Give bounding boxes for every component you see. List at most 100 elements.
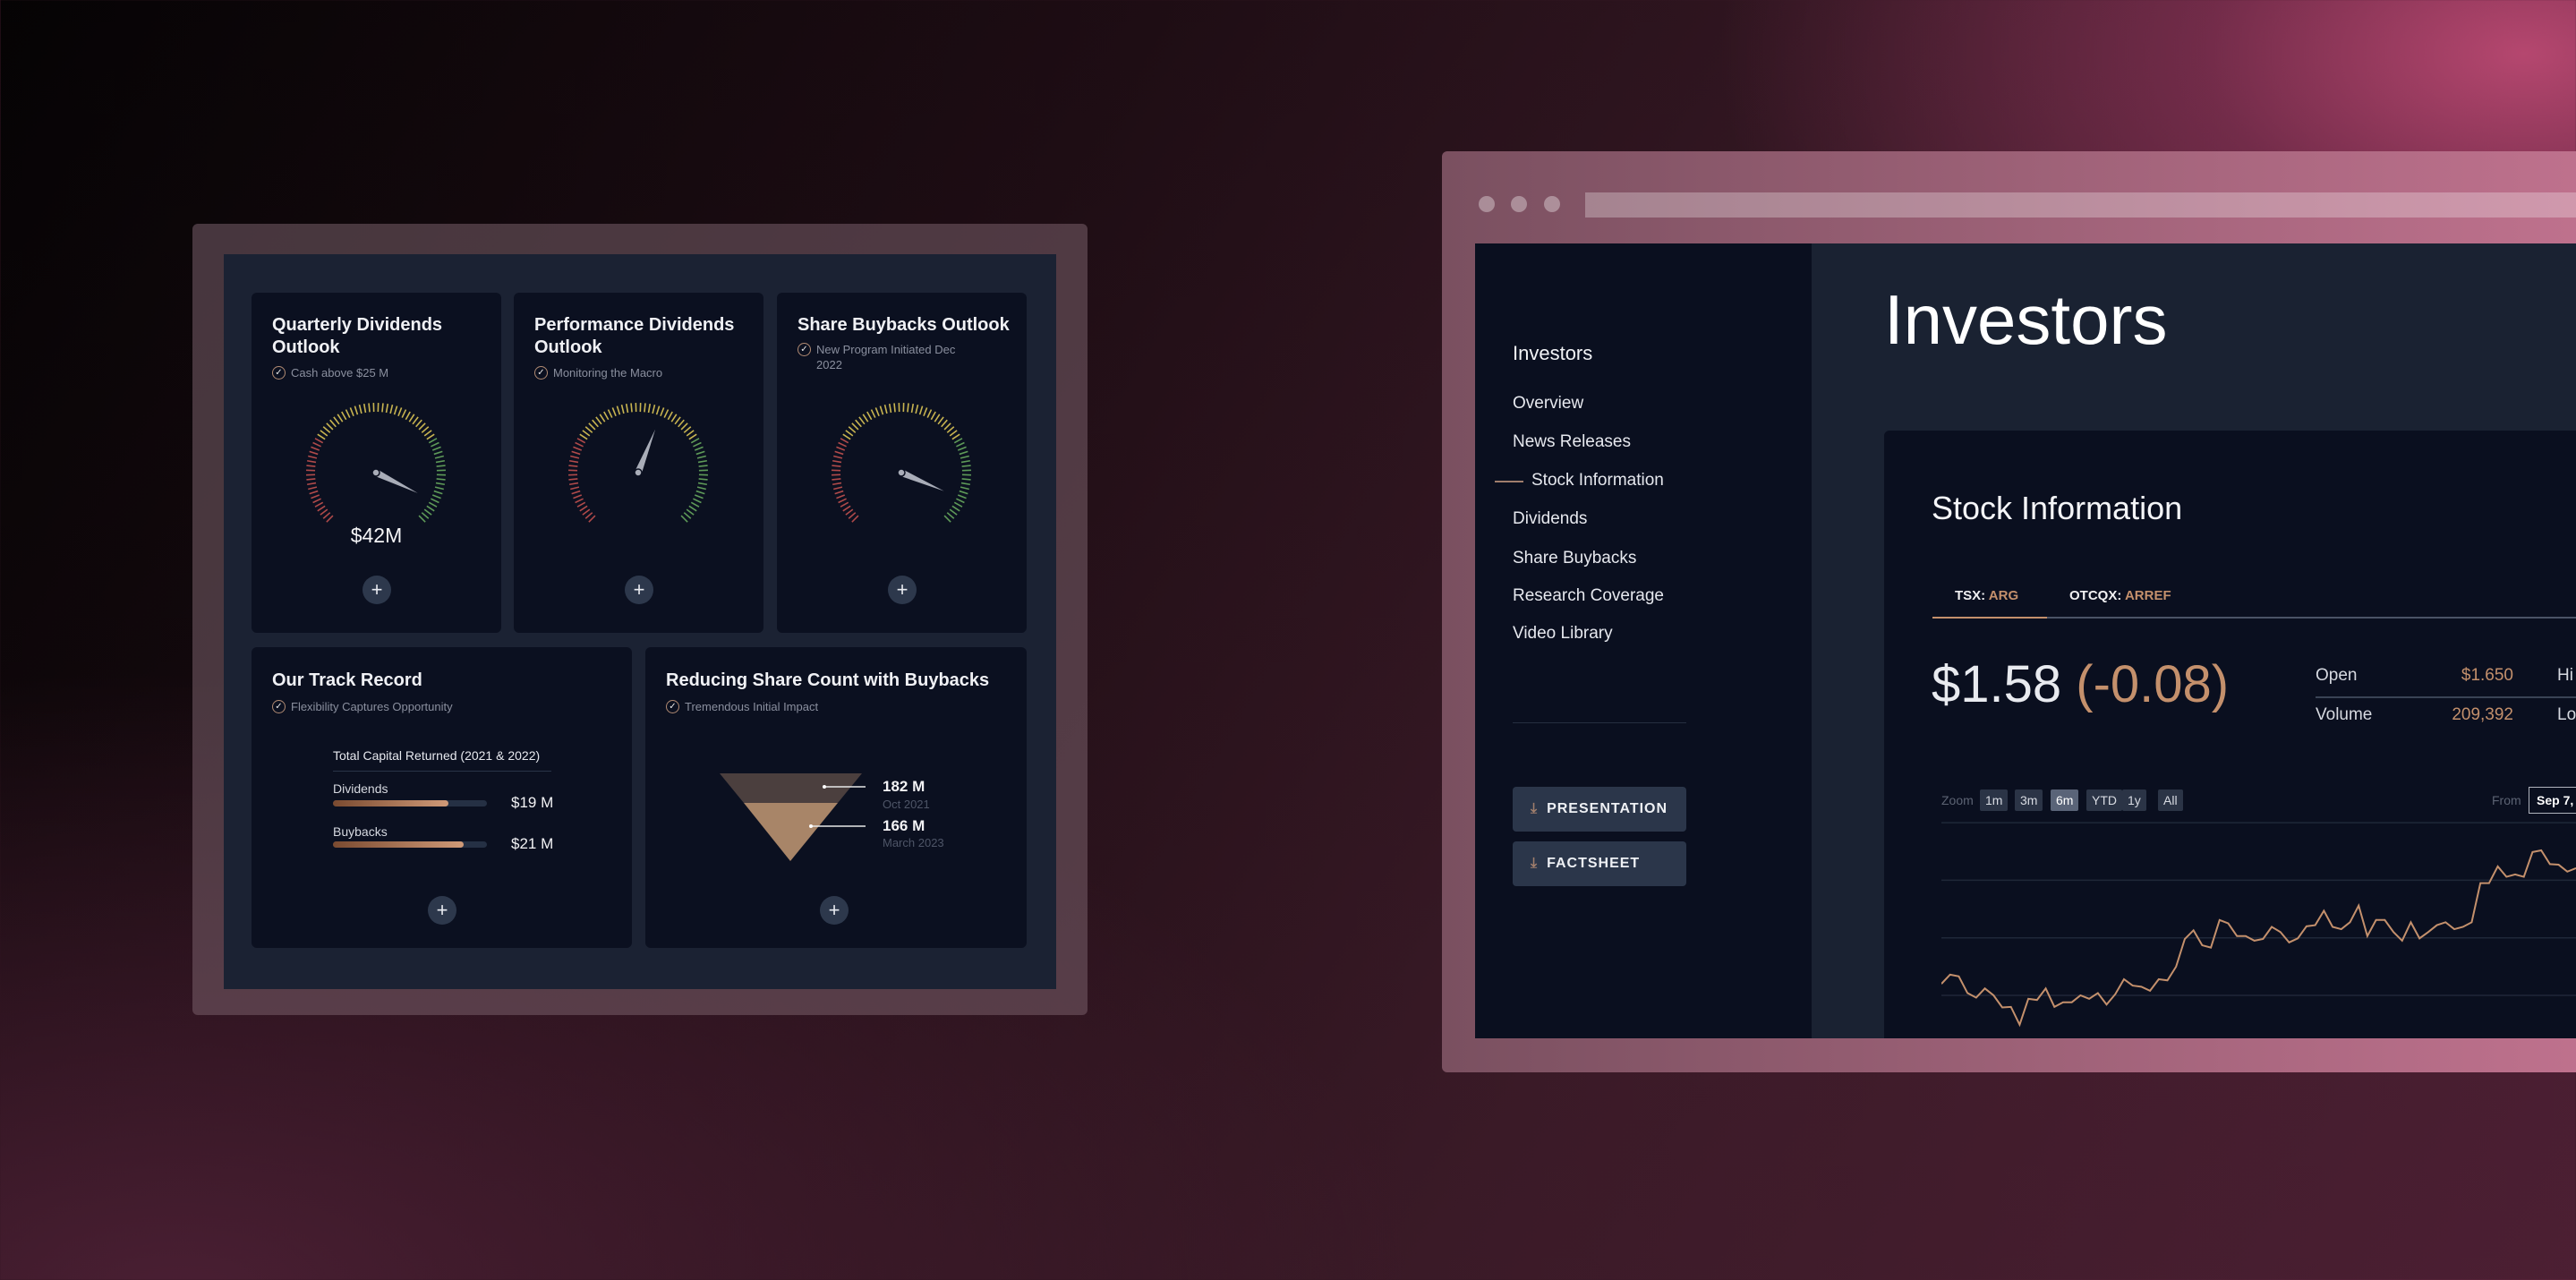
stat-label: Volume (2316, 705, 2373, 724)
gauge-tick (435, 482, 446, 486)
gauge-tick (670, 414, 678, 422)
expand-button[interactable]: + (363, 576, 391, 604)
gauge-tick (833, 486, 843, 491)
gauge-tick (694, 446, 704, 451)
subtitle-line1: New Program Initiated Dec (816, 343, 956, 356)
gauge-tick (570, 486, 580, 491)
gauge-tick (314, 438, 324, 444)
gauge-tick (570, 455, 580, 459)
bar-label: Dividends (333, 781, 388, 796)
active-tab-indicator (1932, 617, 2047, 619)
gauge-tick (571, 450, 581, 456)
gauge-tick (584, 426, 593, 433)
gauge-tick (652, 405, 656, 414)
gauge-tick (870, 409, 876, 418)
gauge-tick (579, 433, 588, 440)
gauge-tick (840, 438, 849, 444)
sidebar: Investors Overview News Releases Stock I… (1475, 243, 1812, 1038)
gauge-tick (678, 419, 685, 428)
gauge-tick (833, 455, 843, 459)
gauge-tick (953, 438, 963, 444)
card-title-block: Quarterly Dividends Outlook (272, 314, 442, 359)
gauge-tick (405, 411, 411, 421)
presentation-download-button[interactable]: ⤓ PRESENTATION (1513, 787, 1686, 832)
gauge-tick (686, 430, 695, 437)
subtitle-text: Flexibility Captures Opportunity (291, 700, 453, 713)
bar-fill (333, 841, 465, 848)
download-icon: ⤓ (1531, 856, 1539, 871)
gauge-tick (951, 433, 960, 440)
stock-title: Stock Information (1932, 490, 2183, 526)
gauge-tick (949, 508, 958, 516)
gauge-tick (842, 433, 851, 440)
expand-button[interactable]: + (820, 896, 849, 925)
gauge-tick (421, 512, 430, 519)
window-dot[interactable] (1511, 196, 1527, 212)
expand-button[interactable]: + (888, 576, 917, 604)
gauge-tick (851, 515, 859, 523)
expand-button[interactable]: + (428, 896, 456, 925)
sidebar-item-research-coverage[interactable]: Research Coverage (1513, 586, 1664, 606)
gauge-tick (358, 405, 363, 414)
gauge-tick (611, 407, 617, 417)
gauge-tick (698, 478, 708, 481)
gauge-tick (592, 419, 599, 428)
check-icon: ✓ (534, 366, 548, 380)
divider (1513, 722, 1686, 723)
gauge-tick (683, 512, 692, 519)
gauge-tick (616, 405, 621, 415)
window-dot[interactable] (1479, 196, 1495, 212)
stat-value: $1.650 (2461, 666, 2513, 685)
card-subtitle: ✓ New Program Initiated Dec 2022 (798, 342, 955, 372)
address-bar[interactable] (1585, 192, 2576, 218)
gauge-tick (308, 486, 318, 491)
gauge-tick (434, 455, 444, 459)
expand-button[interactable]: + (625, 576, 653, 604)
sidebar-item-stock-information[interactable]: Stock Information (1531, 471, 1664, 491)
sidebar-item-dividends[interactable]: Dividends (1513, 509, 1587, 529)
gauge-tick (943, 422, 951, 431)
gauge-tick (415, 419, 422, 428)
gauge-needle (635, 429, 656, 474)
gauge-tick (389, 405, 394, 414)
gauge-tick (693, 498, 702, 504)
gauge-tick (943, 515, 951, 523)
window-dot[interactable] (1544, 196, 1560, 212)
gauge-tick (960, 459, 971, 464)
sidebar-item-overview[interactable]: Overview (1513, 394, 1583, 414)
gauge-tick (845, 430, 854, 437)
gauge-tick (322, 426, 331, 433)
tab-tsx[interactable]: TSX: ARG (1955, 588, 2018, 603)
gauge-needle (374, 469, 418, 493)
gauge-tick (433, 490, 443, 495)
gauge-tick (918, 405, 924, 415)
gauge-tick (840, 501, 849, 508)
gauge-tick (851, 422, 859, 431)
gauge-tick (926, 409, 933, 418)
gauge-tick (680, 422, 688, 431)
gauge-tick (312, 441, 321, 448)
gauge-tick (934, 414, 941, 422)
gauge-tick (832, 482, 842, 486)
gauge-tick (354, 405, 359, 415)
gauge-tick (686, 508, 695, 516)
gauge-tick (930, 411, 936, 421)
gauge-tick (368, 403, 371, 413)
gauge-needle (900, 469, 944, 491)
sidebar-item-share-buybacks[interactable]: Share Buybacks (1513, 549, 1636, 568)
sidebar-item-video-library[interactable]: Video Library (1513, 624, 1613, 644)
card-quarterly-dividends: Quarterly Dividends Outlook ✓ Cash above $… (252, 293, 501, 633)
sidebar-item-news-releases[interactable]: News Releases (1513, 432, 1631, 452)
gauge-tick (381, 403, 384, 413)
gauge-tick (838, 498, 847, 504)
buybacks-bar (333, 841, 487, 848)
dividends-bar (333, 800, 487, 806)
gauge-tick (603, 411, 610, 421)
tab-otcqx[interactable]: OTCQX: ARREF (2069, 588, 2171, 603)
gauge-tick (326, 422, 334, 431)
gauge-tick (696, 486, 706, 491)
gauge-tick (832, 459, 842, 464)
active-indicator (1495, 481, 1523, 482)
factsheet-download-button[interactable]: ⤓ FACTSHEET (1513, 841, 1686, 886)
gauge (832, 403, 971, 523)
